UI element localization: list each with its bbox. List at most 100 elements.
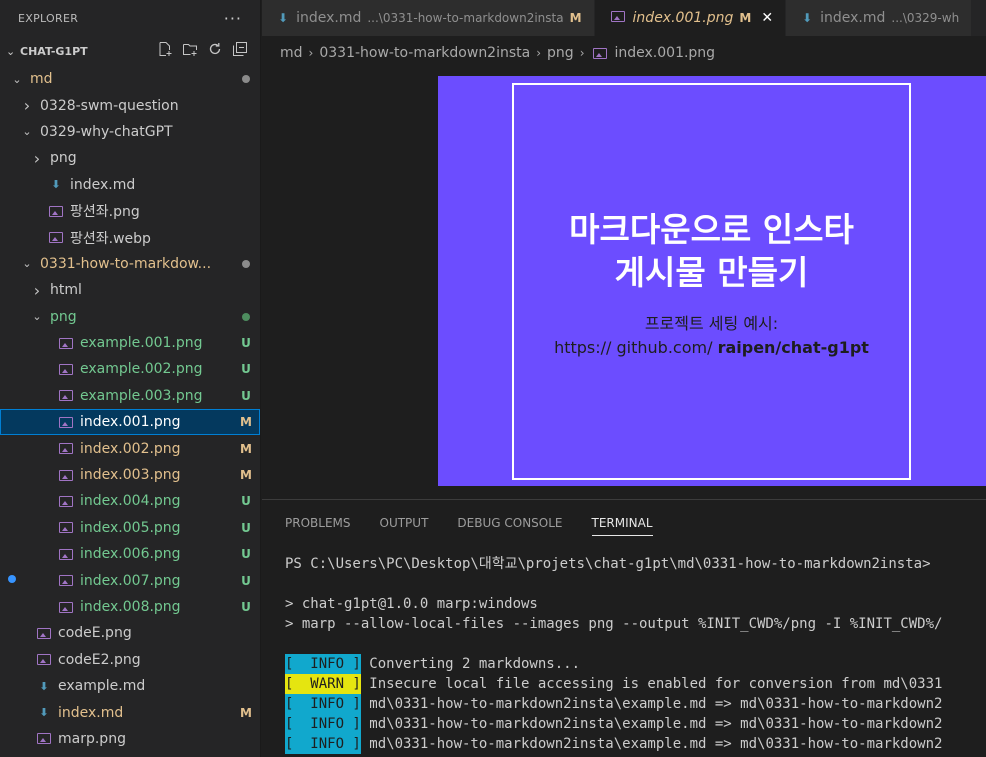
- tree-item-label: example.md: [58, 678, 146, 695]
- tree-file[interactable]: example.001.png U: [0, 330, 260, 356]
- image-icon: [58, 468, 74, 482]
- tree-item-label: index.007.png: [80, 572, 181, 589]
- tab-index-md[interactable]: ⬇ index.md ...\0329-wh: [786, 0, 973, 36]
- log-level-tag: [ INFO ]: [285, 714, 361, 734]
- image-icon: [48, 204, 64, 218]
- tree-file[interactable]: 팡션좌.png: [0, 198, 260, 224]
- tree-item-label: marp.png: [58, 730, 126, 747]
- tab-description: ...\0329-wh: [891, 11, 960, 25]
- terminal-text: md\0331-how-to-markdown2insta\example.md…: [360, 696, 943, 712]
- git-status-badge: U: [241, 494, 251, 509]
- tree-file[interactable]: index.006.png U: [0, 541, 260, 567]
- breadcrumb-item[interactable]: png: [547, 45, 574, 61]
- image-icon: [48, 231, 64, 245]
- terminal-line: [ INFO ] md\0331-how-to-markdown2insta\e…: [285, 734, 986, 754]
- workspace-section-header[interactable]: ⌄ CHAT-G1PT: [0, 36, 260, 66]
- tree-item-label: index.004.png: [80, 493, 181, 510]
- tree-file[interactable]: codeE2.png: [0, 647, 260, 673]
- git-status-badge: M: [240, 468, 252, 483]
- log-level-tag: [ INFO ]: [285, 694, 361, 714]
- image-icon-glyph: [59, 495, 73, 507]
- chevron-down-icon: ⌄: [22, 125, 32, 139]
- tab-index-001-png[interactable]: index.001.png M ✕: [594, 0, 787, 36]
- chevron-right-icon: ›: [536, 46, 542, 60]
- terminal-output[interactable]: PS C:\Users\PC\Desktop\대학교\projets\chat-…: [262, 546, 986, 754]
- terminal-text: md\0331-how-to-markdown2insta\example.md…: [360, 736, 943, 752]
- tree-item-label: example.003.png: [80, 387, 203, 404]
- terminal-command-decoration: [8, 575, 16, 583]
- panel-tab-debug-console[interactable]: DEBUG CONSOLE: [457, 516, 562, 530]
- breadcrumb-item[interactable]: md: [280, 45, 303, 61]
- tree-folder[interactable]: ⌄ 0331-how-to-markdow...: [0, 251, 260, 277]
- image-icon-glyph: [59, 601, 73, 613]
- refresh-icon[interactable]: [207, 41, 223, 61]
- explorer-actions: [157, 41, 260, 61]
- image-icon: [592, 47, 607, 59]
- terminal-line: > chat-g1pt@1.0.0 marp:windows: [285, 594, 986, 614]
- log-level-tag: [ INFO ]: [285, 654, 361, 674]
- tree-file[interactable]: index.005.png U: [0, 515, 260, 541]
- tree-file[interactable]: index.003.png M: [0, 462, 260, 488]
- terminal-line: > marp --allow-local-files --images png …: [285, 614, 986, 634]
- panel-tab-output[interactable]: OUTPUT: [380, 516, 429, 530]
- tree-file[interactable]: index.008.png U: [0, 594, 260, 620]
- panel-tab-problems[interactable]: PROBLEMS: [285, 516, 351, 530]
- log-level-tag: [ INFO ]: [285, 734, 361, 754]
- git-status-badge: U: [241, 362, 251, 377]
- tree-file[interactable]: index.004.png U: [0, 488, 260, 514]
- git-status-dot: [232, 259, 260, 268]
- tree-file[interactable]: codeE.png: [0, 620, 260, 646]
- panel-tab-terminal[interactable]: TERMINAL: [591, 516, 653, 536]
- slide-title-line: 마크다운으로 인스타: [569, 210, 854, 249]
- terminal-line: [ INFO ] md\0331-how-to-markdown2insta\e…: [285, 694, 986, 714]
- slide-frame: 마크다운으로 인스타 게시물 만들기 프로젝트 세팅 예시: https:// …: [512, 83, 911, 480]
- tree-item-label: example.002.png: [80, 361, 203, 378]
- tree-folder[interactable]: ⌄ md: [0, 66, 260, 92]
- markdown-icon: ⬇: [39, 706, 49, 720]
- breadcrumb-item[interactable]: 0331-how-to-markdown2insta: [319, 45, 530, 61]
- breadcrumb: md › 0331-how-to-markdown2insta › png › …: [262, 36, 986, 70]
- tree-file[interactable]: ⬇ index.md M: [0, 699, 260, 725]
- tree-folder[interactable]: › png: [0, 145, 260, 171]
- tree-file[interactable]: index.007.png U: [0, 567, 260, 593]
- git-status-badge: M: [240, 705, 252, 720]
- git-status-badge: U: [241, 573, 251, 588]
- image-icon-glyph: [59, 363, 73, 375]
- tree-file[interactable]: 팡션좌.webp: [0, 224, 260, 250]
- explorer-header: EXPLORER ···: [0, 0, 260, 36]
- tree-folder[interactable]: › html: [0, 277, 260, 303]
- new-folder-icon[interactable]: [182, 41, 198, 61]
- terminal-text: Converting 2 markdowns...: [360, 656, 581, 672]
- image-icon-glyph: [59, 575, 73, 587]
- tab-index-md[interactable]: ⬇ index.md ...\0331-how-to-markdown2insta M: [262, 0, 595, 36]
- tree-file[interactable]: example.003.png U: [0, 383, 260, 409]
- tree-file[interactable]: example.002.png U: [0, 356, 260, 382]
- git-status-badge: M: [240, 415, 252, 430]
- close-icon[interactable]: ✕: [761, 10, 773, 26]
- tree-item-label: index.008.png: [80, 599, 181, 615]
- tree-file[interactable]: ⬇ index.md: [0, 172, 260, 198]
- markdown-icon: ⬇: [39, 679, 49, 693]
- terminal-line: [ INFO ] md\0331-how-to-markdown2insta\e…: [285, 714, 986, 734]
- tree-file[interactable]: index.002.png M: [0, 435, 260, 461]
- tree-file[interactable]: index.001.png M: [0, 409, 260, 436]
- git-status-badge: M: [240, 441, 252, 456]
- workspace-title: CHAT-G1PT: [20, 44, 88, 58]
- more-actions-icon[interactable]: ···: [224, 9, 242, 28]
- tree-item-label: 0329-why-chatGPT: [40, 123, 173, 140]
- tree-folder[interactable]: ⌄ 0329-why-chatGPT: [0, 119, 260, 145]
- new-file-icon[interactable]: [157, 41, 173, 61]
- tree-item-label: png: [50, 150, 77, 167]
- image-icon-glyph: [59, 416, 73, 428]
- tree-item-label: md: [30, 71, 53, 88]
- link-prefix: https:// github.com/: [554, 338, 718, 357]
- terminal-line: [ INFO ] Converting 2 markdowns...: [285, 654, 986, 674]
- git-status-badge: U: [241, 547, 251, 562]
- breadcrumb-item[interactable]: index.001.png: [615, 45, 716, 61]
- tree-file[interactable]: ⬇ example.md: [0, 673, 260, 699]
- tree-folder[interactable]: › 0328-swm-question: [0, 92, 260, 118]
- chevron-right-icon: ›: [308, 46, 314, 60]
- tree-folder[interactable]: ⌄ png: [0, 304, 260, 330]
- tree-file[interactable]: marp.png: [0, 726, 260, 752]
- collapse-all-icon[interactable]: [232, 41, 248, 61]
